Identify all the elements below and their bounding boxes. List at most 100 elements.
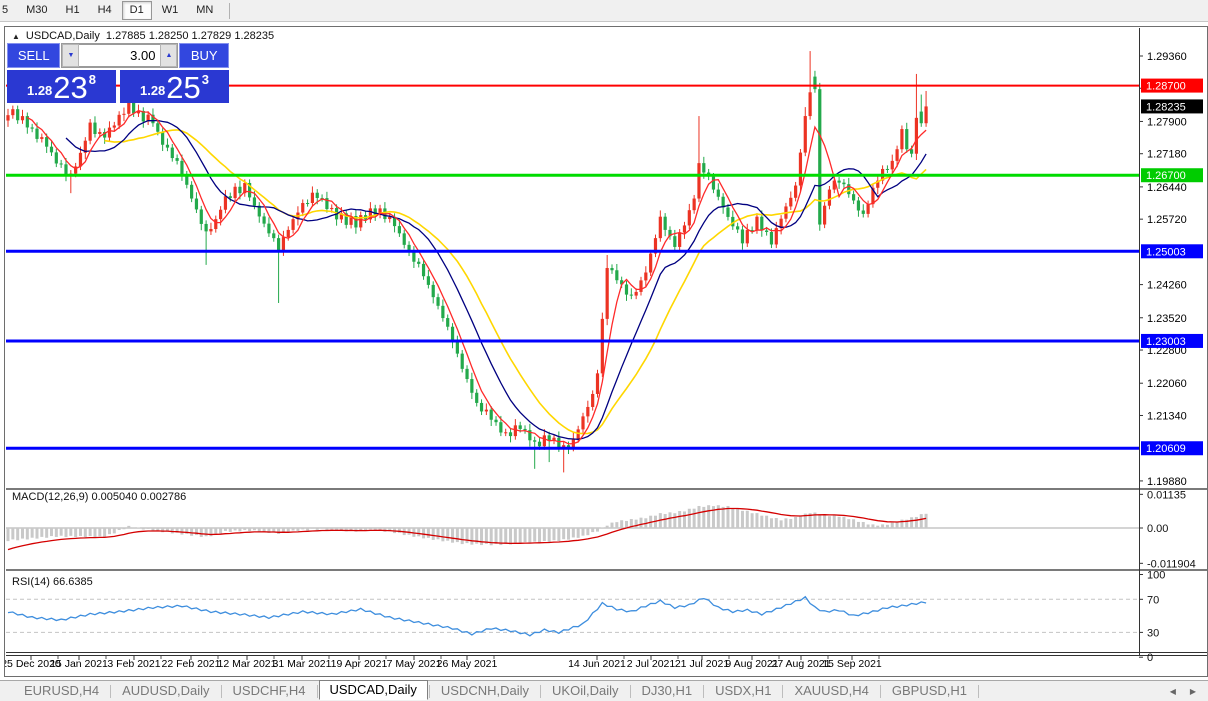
tab-audusd-daily[interactable]: AUDUSD,Daily [112, 682, 219, 700]
candle [900, 125, 903, 152]
tab-usdcad-daily[interactable]: USDCAD,Daily [319, 680, 428, 700]
candle [504, 429, 507, 436]
candle [920, 95, 923, 127]
tab-dj30-h1[interactable]: DJ30,H1 [632, 682, 703, 700]
candle [359, 212, 362, 231]
candle [166, 138, 169, 151]
candle [378, 205, 381, 218]
candle [354, 210, 357, 234]
candle [891, 155, 894, 173]
candle [407, 241, 410, 256]
candle [171, 144, 174, 162]
one-click-trade-panel: SELL ▼ ▲ BUY 1.28 23 8 1.28 25 3 [7, 43, 229, 103]
tab-scroll-arrows: ◀ ▶ [1170, 687, 1196, 696]
timeframe-button-mn[interactable]: MN [188, 1, 221, 20]
candle [876, 174, 879, 194]
price-tag-label: 1.26700 [1146, 170, 1186, 182]
tab-gbpusd-h1[interactable]: GBPUSD,H1 [882, 682, 977, 700]
candle [823, 202, 826, 228]
candle [905, 123, 908, 153]
date-label: 19 Apr 2021 [331, 658, 388, 670]
volume-input[interactable] [79, 44, 160, 67]
volume-decrease-icon[interactable]: ▼ [62, 44, 79, 67]
candle [412, 246, 415, 268]
ask-price-big: 25 [166, 74, 200, 102]
price-tick-label: 1.29360 [1147, 51, 1187, 63]
candle [31, 124, 34, 132]
tab-eurusd-h4[interactable]: EURUSD,H4 [14, 682, 109, 700]
price-tick-label: 1.27180 [1147, 149, 1187, 161]
tab-separator [221, 685, 222, 698]
candle [736, 223, 739, 233]
tab-usdx-h1[interactable]: USDX,H1 [705, 682, 781, 700]
candle [451, 323, 454, 348]
macd-layer [7, 505, 928, 549]
candle [248, 179, 251, 201]
tab-xauusd-h4[interactable]: XAUUSD,H4 [784, 682, 878, 700]
candle [26, 112, 29, 133]
volume-increase-icon[interactable]: ▲ [160, 44, 177, 67]
tab-separator [880, 685, 881, 698]
candle [258, 202, 261, 223]
tab-usdchf-h4[interactable]: USDCHF,H4 [223, 682, 316, 700]
volume-spinner: ▼ ▲ [61, 43, 178, 68]
timeframe-button-m30[interactable]: M30 [18, 1, 55, 20]
bid-quote-button[interactable]: 1.28 23 8 [7, 70, 116, 103]
price-chart-canvas[interactable]: 1.293601.286401.279001.271801.264401.257… [5, 27, 1207, 676]
candle [422, 260, 425, 280]
candle [205, 220, 208, 265]
candle [200, 206, 203, 230]
candle [591, 390, 594, 410]
candle [185, 171, 188, 188]
candle [69, 170, 72, 193]
timeframe-button-w1[interactable]: W1 [154, 1, 187, 20]
tab-scroll-left-icon[interactable]: ◀ [1170, 687, 1176, 696]
price-tag-label: 1.20609 [1146, 443, 1186, 455]
candle [301, 199, 304, 216]
chart-title: ▲ USDCAD,Daily 1.27885 1.28250 1.27829 1… [12, 30, 274, 42]
date-label: 15 Sep 2021 [822, 658, 882, 670]
candle [838, 177, 841, 189]
tab-scroll-right-icon[interactable]: ▶ [1190, 687, 1196, 696]
candle [533, 437, 536, 469]
candle [639, 277, 642, 296]
candle [475, 389, 478, 406]
ask-quote-button[interactable]: 1.28 25 3 [120, 70, 229, 103]
candle [214, 216, 217, 233]
date-label: 15 Jan 2021 [50, 658, 108, 670]
candle [654, 235, 657, 258]
candle [272, 230, 275, 242]
candle [818, 83, 821, 231]
collapse-chart-icon[interactable]: ▲ [12, 32, 20, 41]
candle [606, 255, 609, 325]
candle [465, 365, 468, 382]
candle [345, 210, 348, 229]
timeframe-button-h4[interactable]: H4 [90, 1, 120, 20]
date-label: 21 Jul 2021 [675, 658, 729, 670]
ma-mid-line [66, 121, 926, 440]
candle [441, 300, 444, 322]
tab-separator [703, 685, 704, 698]
trading-app: { "toolbar": { "periods": [ {"label": "5… [0, 0, 1208, 701]
candle [751, 226, 754, 233]
candle [432, 281, 435, 303]
candle [349, 212, 352, 228]
sell-button[interactable]: SELL [7, 43, 60, 68]
timeframe-button-h1[interactable]: H1 [58, 1, 88, 20]
candle [427, 270, 430, 289]
tab-usdcnh-daily[interactable]: USDCNH,Daily [431, 682, 539, 700]
timeframe-button-m5[interactable]: 5 [0, 1, 16, 20]
timeframe-toolbar: 5 M30 H1 H4 D1 W1 MN [0, 0, 1208, 22]
symbol-tab-bar: EURUSD,H4 AUDUSD,Daily USDCHF,H4 USDCAD,… [0, 680, 1208, 701]
candle [842, 179, 845, 188]
candle [224, 190, 227, 213]
rsi-layer [8, 597, 926, 636]
rsi-indicator-label: RSI(14) 66.6385 [12, 576, 93, 588]
timeframe-button-d1[interactable]: D1 [122, 1, 152, 20]
buy-button[interactable]: BUY [179, 43, 229, 68]
candle [195, 192, 198, 213]
price-tag-label: 1.28235 [1146, 101, 1186, 113]
candle [847, 178, 850, 198]
tab-ukoil-daily[interactable]: UKOil,Daily [542, 682, 628, 700]
candle [664, 213, 667, 236]
